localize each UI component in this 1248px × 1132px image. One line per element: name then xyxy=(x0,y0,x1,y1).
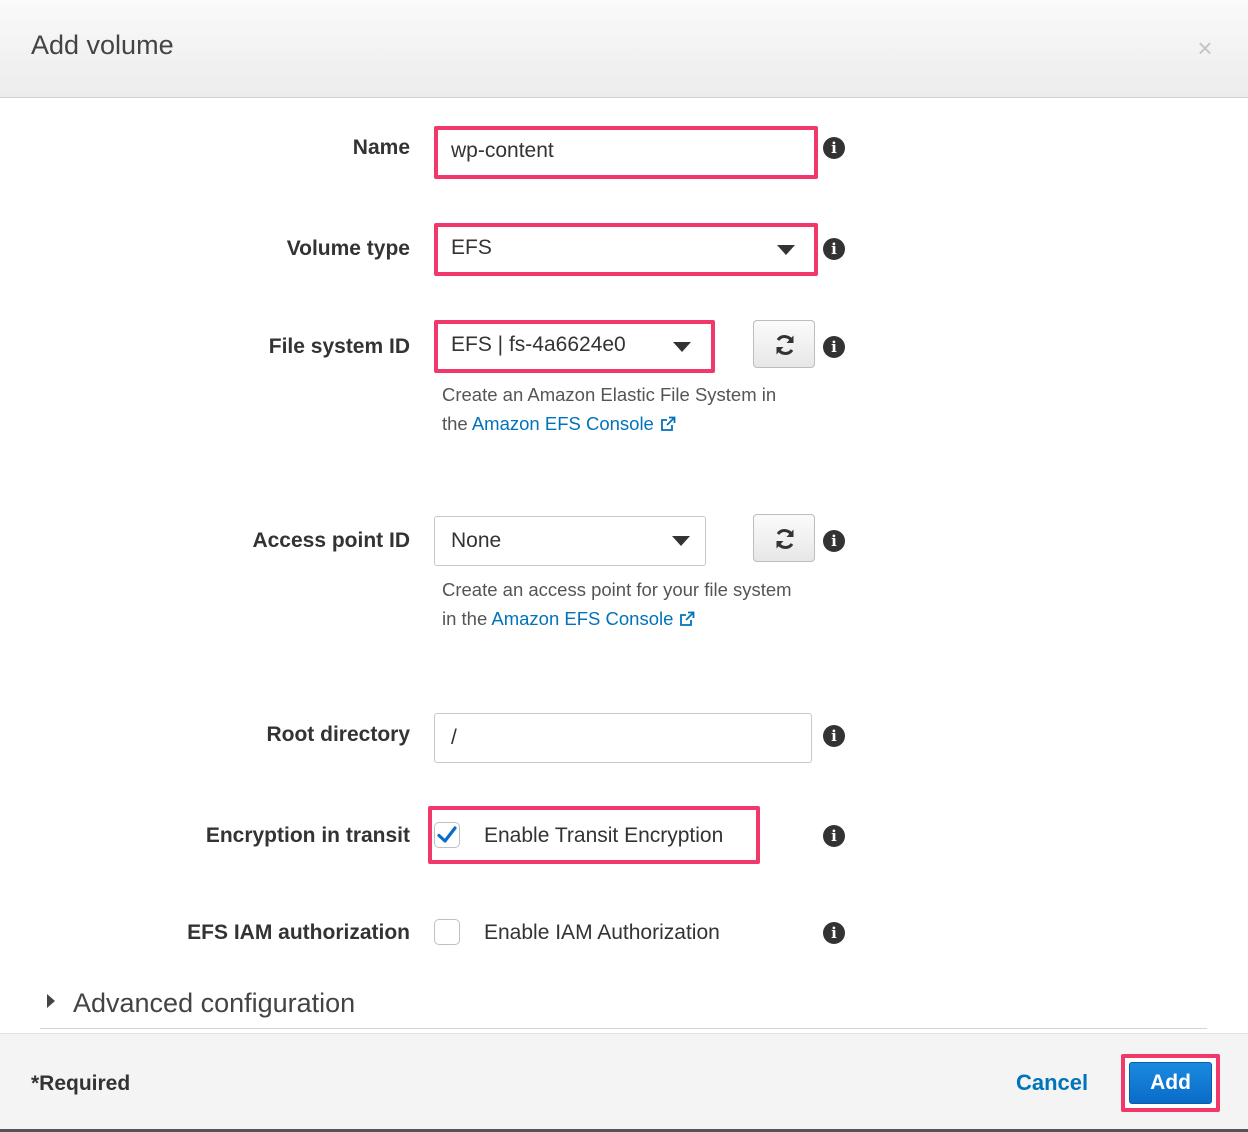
checkmark-icon xyxy=(437,826,457,843)
helper-prefix: in the xyxy=(442,608,488,629)
info-icon[interactable]: i xyxy=(823,137,845,159)
add-volume-dialog: Add volume × Name wp-content i Volume ty… xyxy=(0,0,1248,1132)
volume-type-label: Volume type xyxy=(286,237,410,260)
triangle-right-icon xyxy=(47,994,55,1008)
dialog-title: Add volume xyxy=(31,30,174,60)
helper-prefix: the xyxy=(442,413,468,434)
cancel-button[interactable]: Cancel xyxy=(1016,1070,1088,1096)
refresh-file-systems-button[interactable] xyxy=(753,320,815,368)
efs-console-link[interactable]: Amazon EFS Console xyxy=(472,413,676,434)
info-icon[interactable]: i xyxy=(823,238,845,260)
efs-console-link-label: Amazon EFS Console xyxy=(471,413,654,434)
advanced-configuration-label: Advanced configuration xyxy=(73,988,356,1018)
refresh-icon xyxy=(776,335,794,355)
caret-down-icon xyxy=(777,244,795,255)
root-directory-input[interactable]: / xyxy=(434,713,812,763)
transit-encryption-checkbox[interactable] xyxy=(434,822,460,848)
info-icon[interactable]: i xyxy=(823,725,845,747)
caret-down-icon xyxy=(673,341,691,352)
efs-console-link-label: Amazon EFS Console xyxy=(491,608,674,629)
caret-down-icon xyxy=(672,536,690,546)
helper-line: Create an access point for your file sys… xyxy=(442,579,792,600)
name-label: Name xyxy=(352,136,410,159)
info-icon[interactable]: i xyxy=(823,825,845,847)
helper-line: in the Amazon EFS Console xyxy=(442,604,792,633)
info-icon[interactable]: i xyxy=(823,922,845,944)
efs-console-link[interactable]: Amazon EFS Console xyxy=(491,608,695,629)
access-point-helper-text: Create an access point for your file sys… xyxy=(442,575,792,633)
required-note: *Required xyxy=(31,1072,131,1095)
helper-line: Create an Amazon Elastic File System in xyxy=(442,384,777,405)
info-icon[interactable]: i xyxy=(823,336,845,358)
divider xyxy=(40,1028,1207,1029)
iam-label: EFS IAM authorization xyxy=(187,921,410,944)
info-icon[interactable]: i xyxy=(823,530,845,552)
file-system-helper-text: Create an Amazon Elastic File System in … xyxy=(442,380,776,438)
advanced-configuration-toggle[interactable]: Advanced configuration xyxy=(47,988,355,1019)
add-button[interactable]: Add xyxy=(1129,1062,1212,1104)
root-directory-label: Root directory xyxy=(266,723,410,746)
file-system-id-select[interactable]: EFS | fs-4a6624e0 xyxy=(434,320,715,373)
transit-encryption-label[interactable]: Enable Transit Encryption xyxy=(484,824,723,848)
access-point-id-select[interactable]: None xyxy=(434,516,706,566)
encryption-label: Encryption in transit xyxy=(205,824,410,847)
iam-authorization-label[interactable]: Enable IAM Authorization xyxy=(484,921,720,945)
helper-line: the Amazon EFS Console xyxy=(442,409,776,438)
volume-type-select[interactable]: EFS xyxy=(434,223,818,276)
access-point-id-value: None xyxy=(451,529,502,552)
dialog-footer: *Required Cancel Add xyxy=(0,1033,1248,1132)
file-system-id-label: File system ID xyxy=(268,335,410,358)
access-point-id-label: Access point ID xyxy=(252,529,410,552)
file-system-id-value: EFS | fs-4a6624e0 xyxy=(451,333,626,356)
add-button-highlight: Add xyxy=(1121,1054,1220,1112)
refresh-icon xyxy=(776,529,794,549)
close-icon[interactable]: × xyxy=(1193,35,1217,61)
iam-authorization-checkbox[interactable] xyxy=(434,919,460,945)
external-link-icon xyxy=(680,611,695,626)
volume-type-value: EFS xyxy=(451,236,492,259)
dialog-header: Add volume × xyxy=(0,0,1248,98)
refresh-access-points-button[interactable] xyxy=(753,514,815,562)
name-input[interactable]: wp-content xyxy=(434,126,818,179)
external-link-icon xyxy=(660,416,676,431)
